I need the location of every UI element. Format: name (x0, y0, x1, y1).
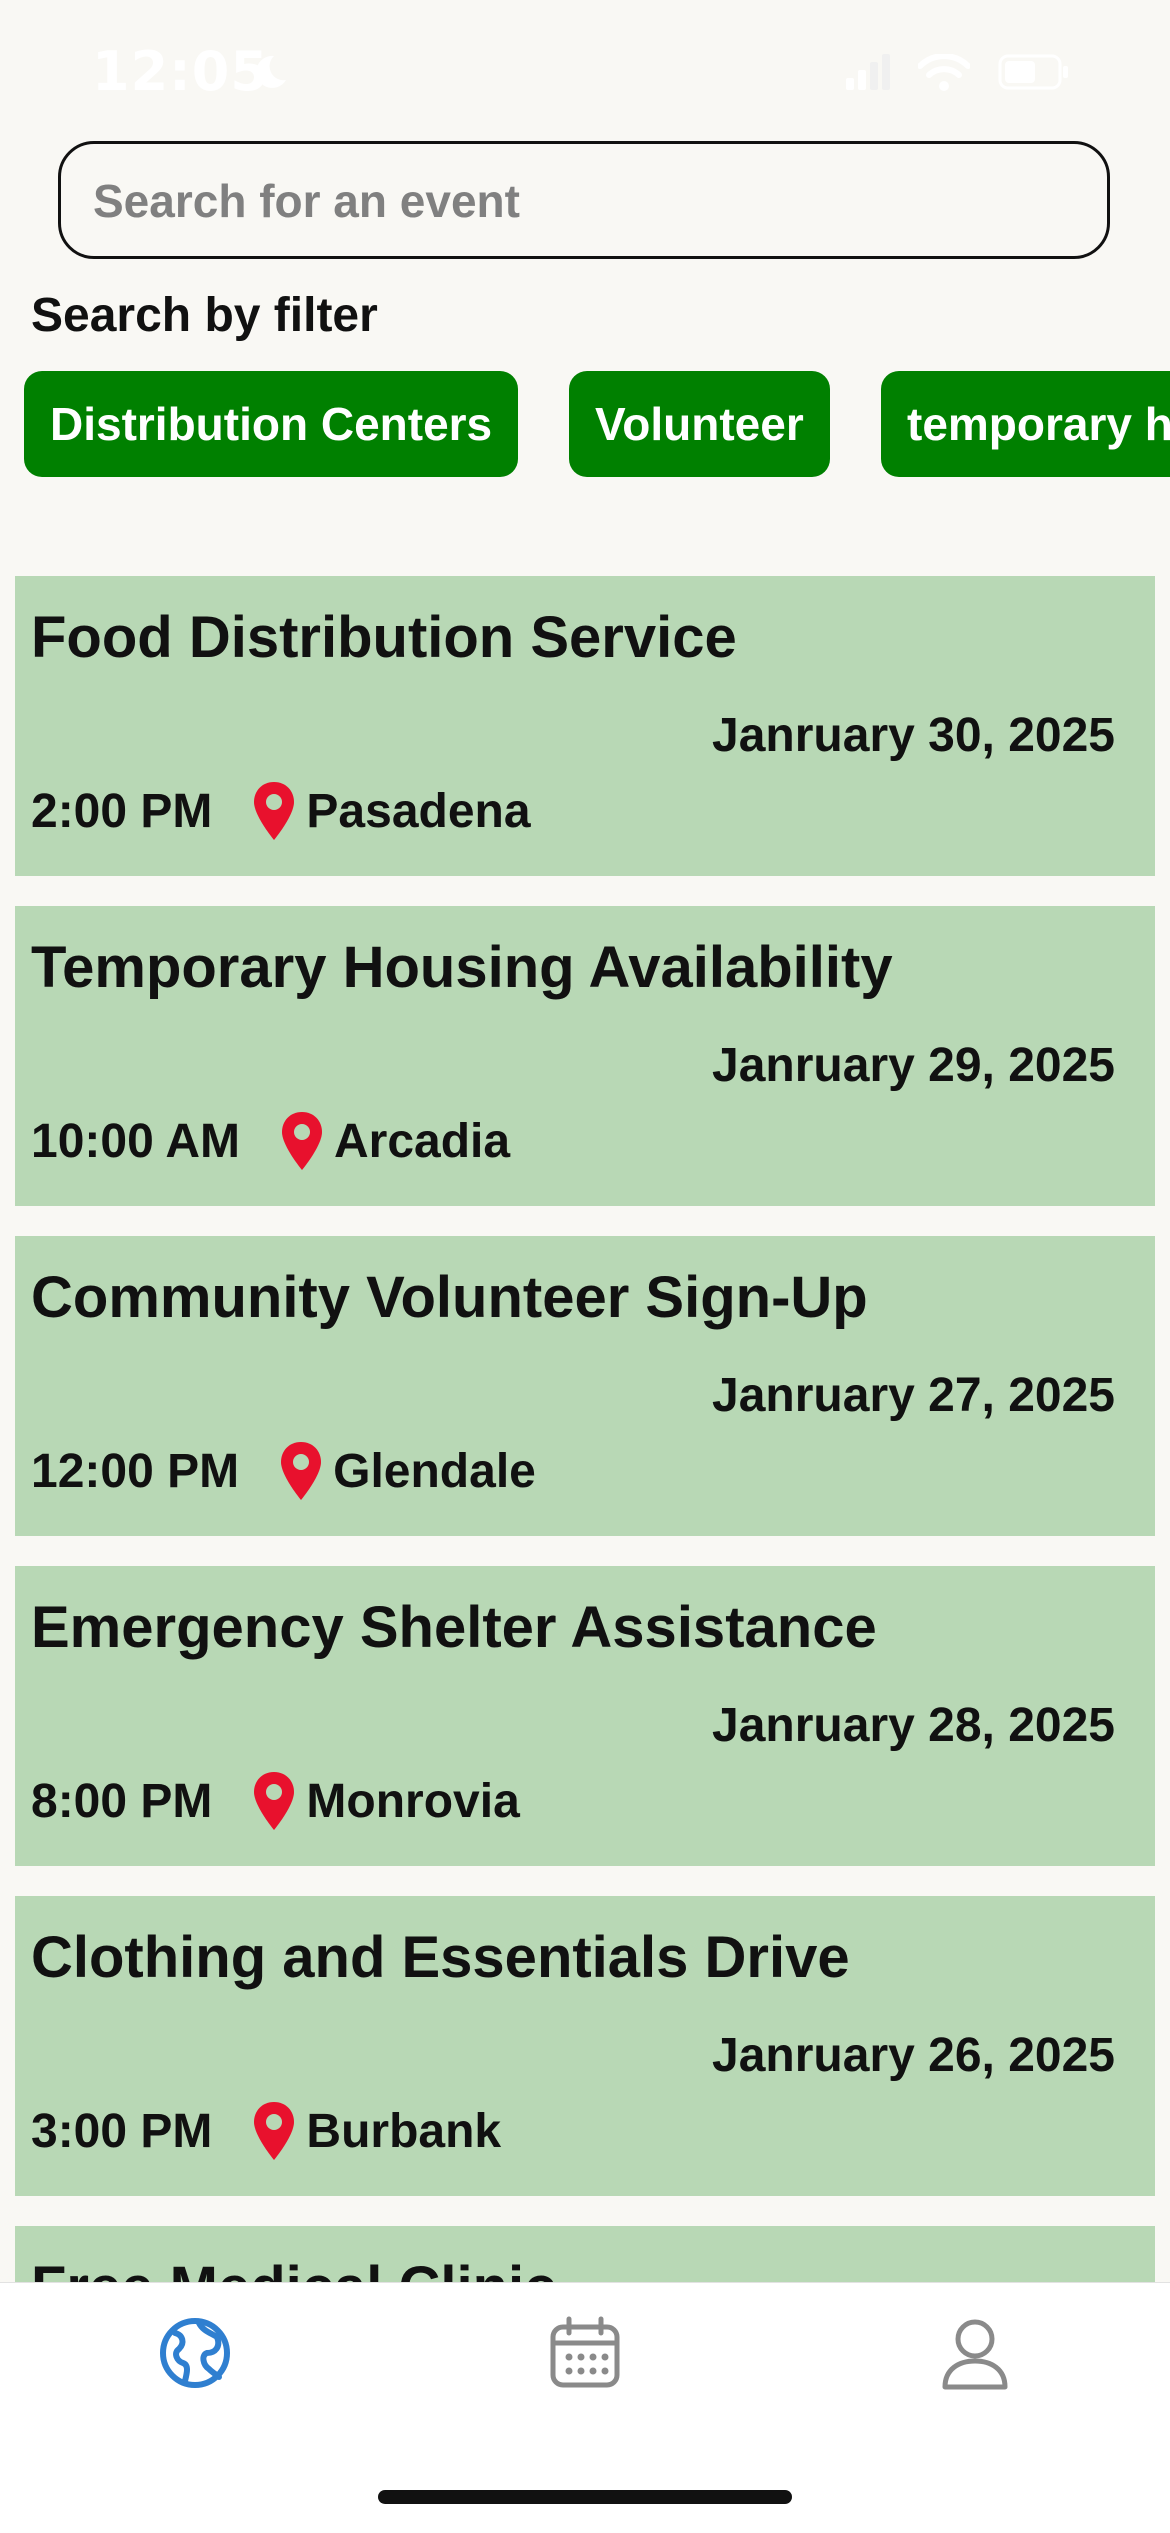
event-meta: 10:00 AM Arcadia (31, 1106, 510, 1176)
event-card[interactable]: Emergency Shelter Assistance Janruary 28… (15, 1566, 1155, 1866)
event-title: Temporary Housing Availability (31, 935, 893, 1000)
wifi-icon (918, 54, 970, 91)
event-meta: 12:00 PM Glendale (31, 1436, 536, 1506)
event-title: Clothing and Essentials Drive (31, 1925, 850, 1990)
status-bar: 12:05 (0, 0, 1170, 140)
status-time: 12:05 (92, 40, 269, 103)
event-location: Burbank (306, 2104, 502, 2158)
battery-icon (998, 54, 1068, 90)
event-date: Janruary 28, 2025 (712, 1699, 1115, 1752)
event-title: Community Volunteer Sign-Up (31, 1265, 868, 1330)
location-pin-icon (254, 782, 295, 840)
location-pin-icon (281, 1112, 322, 1170)
event-location: Glendale (333, 1444, 536, 1498)
cellular-signal-icon (846, 54, 890, 90)
event-time: 12:00 PM (31, 1444, 240, 1498)
home-indicator (378, 2490, 792, 2504)
event-time: 8:00 PM (31, 1774, 213, 1828)
filter-label: Search by filter (31, 289, 378, 342)
calendar-icon[interactable] (535, 2303, 635, 2403)
event-date: Janruary 30, 2025 (712, 709, 1115, 762)
event-location: Arcadia (333, 1114, 511, 1168)
event-date: Janruary 29, 2025 (712, 1039, 1115, 1092)
event-meta: 2:00 PM Pasadena (31, 776, 531, 846)
person-icon[interactable] (925, 2303, 1025, 2403)
search-input[interactable] (91, 144, 1075, 258)
filter-chip-temporary-housing[interactable]: temporary h (881, 371, 1170, 477)
event-location: Pasadena (306, 784, 531, 838)
filter-chip-distribution-centers[interactable]: Distribution Centers (24, 371, 519, 477)
event-card[interactable]: Food Distribution Service Janruary 30, 2… (15, 576, 1155, 876)
event-time: 2:00 PM (31, 784, 213, 838)
moon-icon (256, 55, 286, 88)
location-pin-icon (281, 1442, 322, 1500)
event-time: 3:00 PM (31, 2104, 213, 2158)
event-date: Janruary 26, 2025 (712, 2029, 1115, 2082)
event-meta: 8:00 PM Monrovia (31, 1766, 520, 1836)
event-location: Monrovia (306, 1774, 520, 1828)
event-card[interactable]: Temporary Housing Availability Janruary … (15, 906, 1155, 1206)
filter-chip-volunteer[interactable]: Volunteer (569, 371, 830, 477)
event-card[interactable]: Clothing and Essentials Drive Janruary 2… (15, 1896, 1155, 2196)
filter-chips: Distribution Centers Volunteer temporary… (24, 371, 1170, 477)
event-title: Emergency Shelter Assistance (31, 1595, 877, 1660)
event-time: 10:00 AM (31, 1114, 240, 1168)
location-pin-icon (254, 2102, 295, 2160)
event-card[interactable]: Community Volunteer Sign-Up Janruary 27,… (15, 1236, 1155, 1536)
search-box[interactable] (58, 141, 1110, 259)
event-title: Food Distribution Service (31, 605, 737, 670)
globe-icon[interactable] (145, 2303, 245, 2403)
event-meta: 3:00 PM Burbank (31, 2096, 501, 2166)
event-date: Janruary 27, 2025 (712, 1369, 1115, 1422)
location-pin-icon (254, 1772, 295, 1830)
